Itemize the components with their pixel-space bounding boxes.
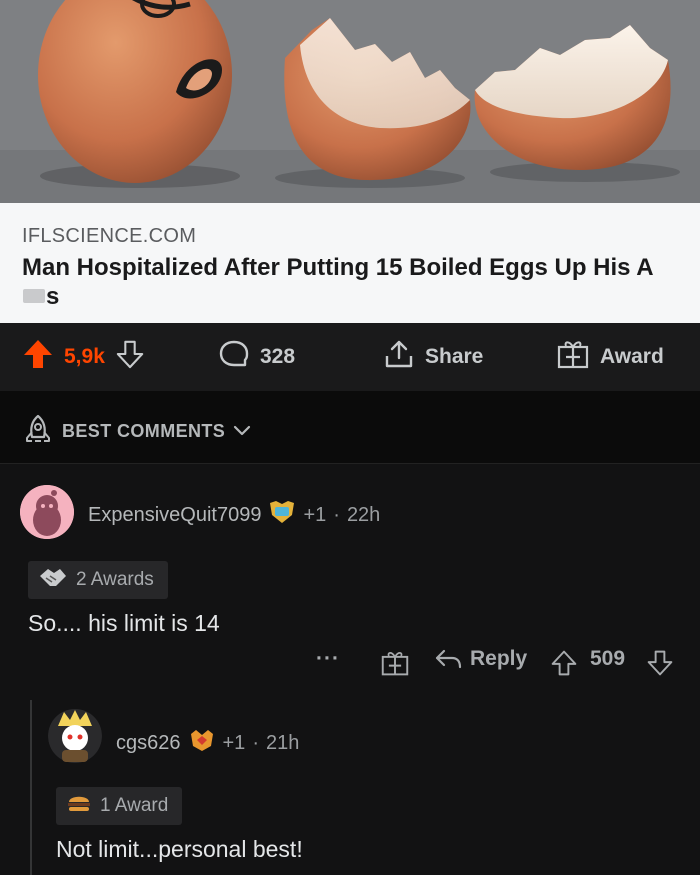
reply-icon	[435, 649, 462, 669]
comment-body: Not limit...personal best!	[56, 836, 303, 862]
share-icon	[383, 338, 415, 376]
handshake-award-icon	[38, 566, 68, 594]
upvote-icon[interactable]	[22, 338, 54, 376]
sort-label: BEST COMMENTS	[62, 421, 226, 441]
post-title-part2: s	[46, 283, 60, 310]
award-button[interactable]: Award	[556, 323, 664, 391]
flair-badge-icon	[188, 728, 216, 758]
avatar[interactable]	[20, 485, 74, 539]
meta-separator: ·	[252, 731, 259, 754]
awards-count-label: 2 Awards	[76, 569, 154, 590]
vote-count: 5,9k	[64, 345, 105, 368]
eggs-illustration	[0, 0, 700, 203]
comment-icon	[218, 338, 250, 376]
award-gift-icon	[556, 338, 590, 376]
meta-separator: ·	[333, 503, 340, 526]
upvote-icon[interactable]	[550, 649, 578, 683]
burger-award-icon	[66, 792, 92, 820]
comment-karma: +1	[222, 731, 246, 754]
downvote-icon[interactable]	[115, 339, 145, 375]
awards-count-label: 1 Award	[100, 795, 169, 816]
more-icon[interactable]: ···	[316, 647, 340, 671]
chevron-down-icon	[233, 421, 251, 442]
rocket-icon	[22, 413, 54, 450]
comment-author[interactable]: ExpensiveQuit7099	[88, 504, 261, 527]
reply-label: Reply	[470, 647, 528, 670]
comment-item: cgs626 +1 · 21h 1 Award Not limit...pers…	[0, 700, 700, 875]
comment-body: So.... his limit is 14	[28, 610, 220, 636]
award-label: Award	[600, 345, 664, 368]
comment-action-bar: ··· Reply 509	[316, 647, 688, 681]
post-action-bar: 5,9k 328 Share Award	[0, 323, 700, 391]
comment-score: 509	[590, 647, 626, 670]
comment-age: 22h	[346, 503, 381, 526]
awards-pill[interactable]: 2 Awards	[28, 561, 168, 599]
comment-author[interactable]: cgs626	[116, 732, 181, 755]
avatar[interactable]	[48, 708, 102, 764]
post-thumbnail-image[interactable]	[0, 0, 700, 203]
reply-button[interactable]: Reply	[434, 647, 527, 671]
link-preview-card[interactable]: IFLSCIENCE.COM Man Hospitalized After Pu…	[0, 203, 700, 323]
share-label: Share	[425, 345, 484, 368]
censor-blur	[23, 288, 45, 303]
comment-item: ExpensiveQuit7099 +1 · 22h 2 Awards So..…	[0, 465, 700, 695]
comment-age: 21h	[265, 731, 300, 754]
sort-dropdown[interactable]: BEST COMMENTS	[22, 413, 251, 450]
vote-group: 5,9k	[22, 323, 145, 391]
comment-karma: +1	[303, 503, 327, 526]
link-domain: IFLSCIENCE.COM	[22, 225, 197, 247]
comment-count: 328	[260, 345, 296, 368]
post-title-part1: Man Hospitalized After Putting 15 Boiled…	[22, 254, 654, 281]
comment-sort-bar: BEST COMMENTS	[0, 391, 700, 464]
comments-button[interactable]: 328	[218, 323, 295, 391]
share-button[interactable]: Share	[383, 323, 483, 391]
awards-pill[interactable]: 1 Award	[56, 787, 183, 825]
comment-meta: ExpensiveQuit7099 +1 · 22h	[88, 499, 380, 531]
comment-meta: cgs626 +1 · 21h	[116, 728, 299, 758]
post-title[interactable]: Man Hospitalized After Putting 15 Boiled…	[22, 253, 662, 311]
flair-badge-icon	[268, 499, 296, 531]
award-gift-icon[interactable]	[380, 649, 410, 683]
downvote-icon[interactable]	[646, 649, 674, 683]
